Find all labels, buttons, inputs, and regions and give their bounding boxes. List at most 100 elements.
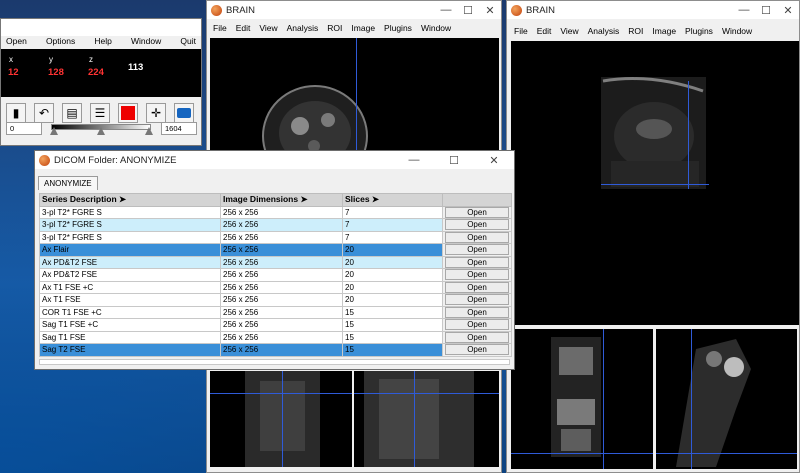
menu-plugins[interactable]: Plugins [685,26,713,36]
menu-window[interactable]: Window [131,36,161,48]
maximize-button[interactable]: ☐ [434,154,474,167]
slider-handle-level[interactable] [97,127,105,135]
open-series-button[interactable]: Open [445,244,509,256]
menu-plugins[interactable]: Plugins [384,23,412,33]
sagittal-mri-slice [676,339,751,467]
table-row[interactable]: 3-pl T2* FGRE S 256 x 256 7 Open [39,205,512,219]
image-dimensions-cell: 256 x 256 [220,205,343,219]
camera-tool-button[interactable] [174,103,194,123]
open-button-cell: Open [442,293,512,307]
dicom-dialog-titlebar[interactable]: DICOM Folder: ANONYMIZE — ☐ ✕ [35,151,514,169]
min-value-field[interactable]: 0 [6,122,42,135]
open-series-button[interactable]: Open [445,256,509,268]
open-button-cell: Open [442,343,512,357]
grayscale-tool-button[interactable]: ▮ [6,103,26,123]
open-series-button[interactable]: Open [445,231,509,243]
menu-window[interactable]: Window [722,26,752,36]
menu-image[interactable]: Image [351,23,375,33]
red-color-tool-button[interactable] [118,103,138,123]
crosshair-vertical [691,329,692,469]
menu-edit[interactable]: Edit [537,26,552,36]
minimize-button[interactable]: — [394,154,434,166]
table-row[interactable]: Ax T1 FSE +C 256 x 256 20 Open [39,280,512,294]
menu-options[interactable]: Options [46,36,75,48]
slices-cell: 7 [342,230,443,244]
open-series-button[interactable]: Open [445,294,509,306]
crosshair-vertical [603,329,604,469]
table-row[interactable]: Sag T2 FSE 256 x 256 15 Open [39,343,512,357]
column-header-image-dimensions[interactable]: Image Dimensions ➤ [220,193,343,207]
film-tool-icon: ▤ [66,106,78,120]
menu-image[interactable]: Image [652,26,676,36]
menu-roi[interactable]: ROI [628,26,643,36]
maximize-button[interactable]: ☐ [755,4,777,17]
menu-view[interactable]: View [560,26,578,36]
table-row[interactable]: Ax T1 FSE 256 x 256 20 Open [39,293,512,307]
y-value: 128 [48,67,64,78]
column-header-slices[interactable]: Slices ➤ [342,193,443,207]
slices-cell: 15 [342,305,443,319]
menu-open[interactable]: Open [6,36,27,48]
tab-anonymize[interactable]: ANONYMIZE [38,176,98,190]
intensity-value: 113 [128,62,144,73]
slider-handle-max[interactable] [145,127,153,135]
large-image-pane[interactable] [511,41,799,325]
menu-help[interactable]: Help [94,36,111,48]
minimize-button[interactable]: — [733,4,755,16]
table-row[interactable]: 3-pl T2* FGRE S 256 x 256 7 Open [39,230,512,244]
open-series-button[interactable]: Open [445,344,509,356]
table-row[interactable]: Ax PD&T2 FSE 256 x 256 20 Open [39,268,512,282]
table-row[interactable]: 3-pl T2* FGRE S 256 x 256 7 Open [39,218,512,232]
table-row[interactable]: COR T1 FSE +C 256 x 256 15 Open [39,305,512,319]
table-row[interactable]: Sag T1 FSE 256 x 256 15 Open [39,330,512,344]
menu-analysis[interactable]: Analysis [588,26,620,36]
control-panel-titlebar[interactable] [1,19,201,36]
open-series-button[interactable]: Open [445,281,509,293]
menu-window[interactable]: Window [421,23,451,33]
table-row[interactable]: Ax Flair 256 x 256 20 Open [39,243,512,257]
slices-cell: 7 [342,218,443,232]
table-row[interactable]: Ax PD&T2 FSE 256 x 256 20 Open [39,255,512,269]
open-series-button[interactable]: Open [445,319,509,331]
open-series-button[interactable]: Open [445,219,509,231]
app-logo-icon [211,4,222,16]
slices-cell: 20 [342,268,443,282]
layers-tool-button[interactable]: ☰ [90,103,110,123]
sagittal-image-pane[interactable] [656,329,797,469]
menu-view[interactable]: View [259,23,277,33]
open-series-button[interactable]: Open [445,269,509,281]
menu-edit[interactable]: Edit [236,23,251,33]
menubar: File Edit View Analysis ROI Image Plugin… [507,24,799,38]
axial-mri-slice-large [601,77,706,189]
maximize-button[interactable]: ☐ [457,4,479,17]
menu-file[interactable]: File [213,23,227,33]
undo-tool-button[interactable]: ↶ [34,103,54,123]
close-button[interactable]: ✕ [479,4,501,17]
open-button-cell: Open [442,255,512,269]
window-level-slider[interactable] [50,121,153,137]
slider-handle-min[interactable] [50,127,58,135]
image-viewer-left-titlebar[interactable]: BRAIN — ☐ ✕ [207,1,501,19]
menu-quit[interactable]: Quit [180,36,196,48]
close-button[interactable]: ✕ [474,154,514,167]
menu-roi[interactable]: ROI [327,23,342,33]
menu-file[interactable]: File [514,26,528,36]
image-viewer-right-titlebar[interactable]: BRAIN — ☐ ✕ [507,1,799,19]
slices-cell: 7 [342,205,443,219]
control-panel-window: Open Options Help Window Quit x y z 12 1… [0,18,202,146]
coronal-image-pane[interactable] [210,371,352,467]
minimize-button[interactable]: — [435,4,457,16]
open-series-button[interactable]: Open [445,306,509,318]
menu-analysis[interactable]: Analysis [287,23,319,33]
table-row[interactable]: Sag T1 FSE +C 256 x 256 15 Open [39,318,512,332]
film-tool-button[interactable]: ▤ [62,103,82,123]
close-button[interactable]: ✕ [777,4,799,17]
max-value-field[interactable]: 1604 [161,122,197,135]
open-series-button[interactable]: Open [445,206,509,218]
sagittal-image-pane[interactable] [354,371,499,467]
crosshair-tool-button[interactable]: ✛ [146,103,166,123]
open-series-button[interactable]: Open [445,331,509,343]
column-header-series-description[interactable]: Series Description ➤ [39,193,221,207]
coronal-image-pane[interactable] [511,329,653,469]
slices-cell: 20 [342,255,443,269]
